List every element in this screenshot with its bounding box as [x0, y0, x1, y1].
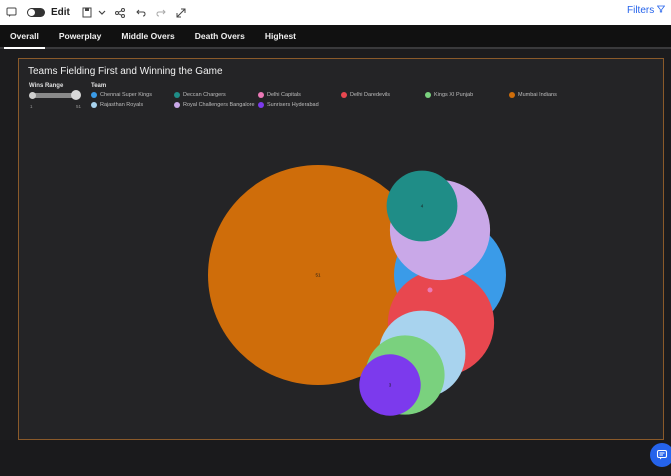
chat-button[interactable]	[650, 443, 671, 467]
bubble-chart: 5110986543	[208, 165, 506, 416]
bubble-label: 51	[315, 273, 321, 278]
chat-icon	[656, 449, 668, 460]
bottom-strip	[0, 440, 671, 476]
bubble-delhi-capitals[interactable]	[427, 287, 433, 293]
